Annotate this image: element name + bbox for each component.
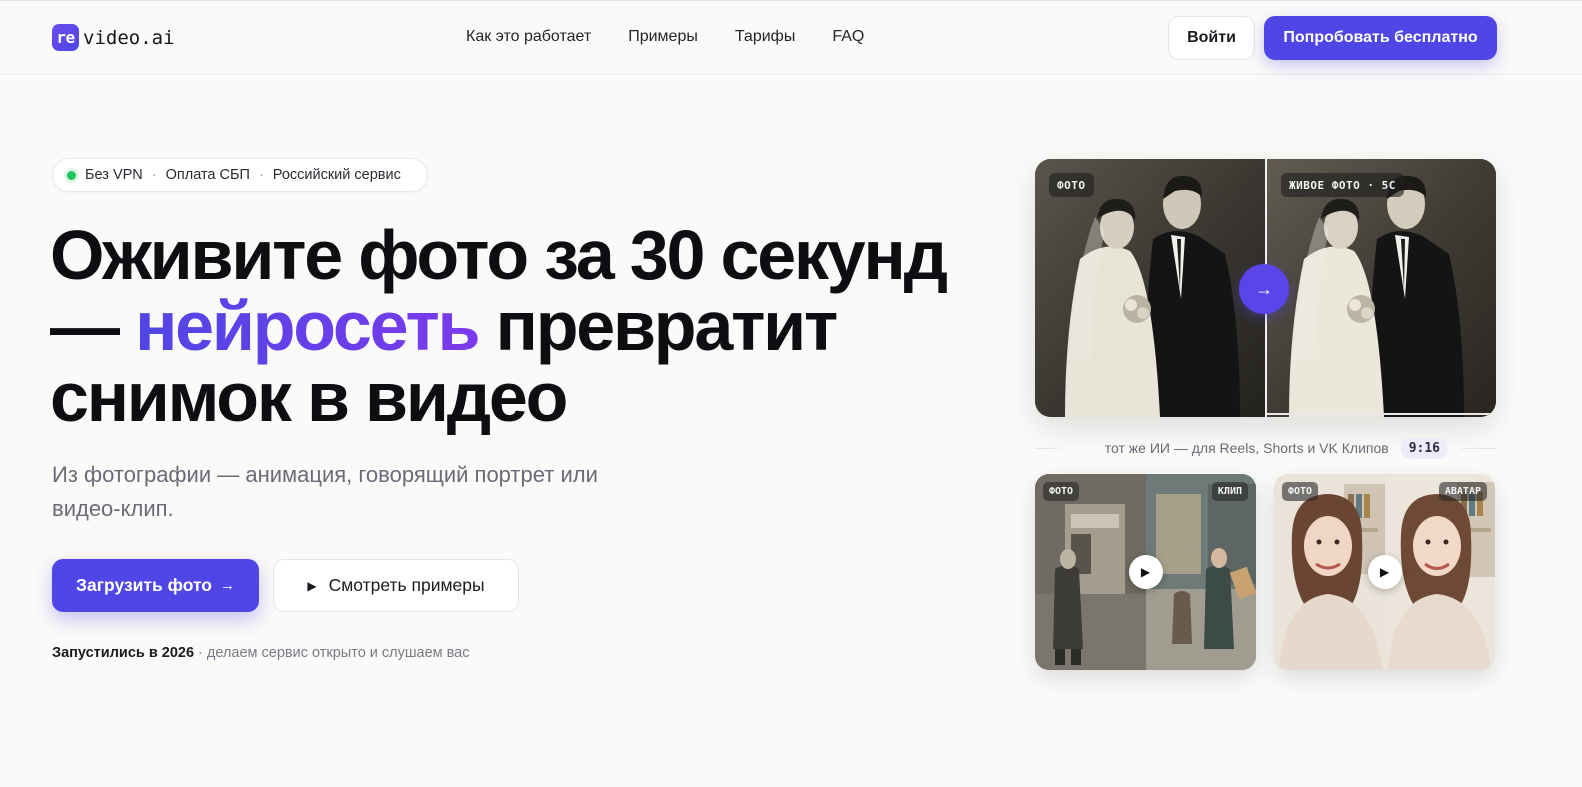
clip-example-card[interactable]: ФОТО КЛИП ▶ — [1035, 474, 1256, 670]
login-button[interactable]: Войти — [1168, 16, 1255, 60]
try-free-button[interactable]: Попробовать бесплатно — [1264, 16, 1497, 60]
badge-item-no-vpn: Без VPN — [85, 167, 143, 183]
play-icon[interactable]: ▶ — [1367, 555, 1402, 589]
nav-link-faq[interactable]: FAQ — [832, 28, 864, 46]
view-examples-button[interactable]: ▶ Смотреть примеры — [273, 559, 519, 612]
avatar-tag: АВАТАР — [1438, 482, 1487, 501]
headline-accent: нейросеть — [135, 287, 480, 365]
upload-button-label: Загрузить фото — [76, 575, 212, 595]
clip-tag: КЛИП — [1211, 482, 1248, 501]
photo-tag: ФОТО — [1049, 173, 1094, 197]
main-nav: Как это работает Примеры Тарифы FAQ — [466, 28, 901, 46]
badge-separator: · — [151, 167, 157, 183]
badge-item-sbp: Оплата СБП — [165, 167, 250, 183]
photo-tag: ФОТО — [1043, 482, 1080, 501]
badge-item-russian: Российский сервис — [272, 167, 401, 183]
formats-text: тот же ИИ — для Reels, Shorts и VK Клипо… — [1104, 440, 1389, 456]
aspect-ratio-badge: 9:16 — [1400, 437, 1448, 459]
original-photo: ФОТО — [1035, 159, 1265, 417]
hero-headline: Оживите фото за 30 секунд — нейросеть пр… — [50, 220, 970, 433]
play-icon[interactable]: ▶ — [1128, 555, 1163, 589]
divider-line — [1462, 447, 1496, 449]
examples-button-label: Смотреть примеры — [328, 575, 485, 595]
logo-text: video.ai — [83, 26, 175, 49]
upload-photo-button[interactable]: Загрузить фото → — [52, 559, 259, 612]
live-photo-tag: ЖИВОЕ ФОТО · 5С — [1281, 173, 1404, 197]
launch-note-rest: · делаем сервис открыто и слушаем вас — [194, 645, 470, 661]
play-icon: ▶ — [307, 578, 317, 593]
logo-mark: re — [52, 24, 79, 51]
wedding-photo-animated-image — [1267, 159, 1496, 417]
divider-line — [1035, 447, 1057, 449]
top-nav-bar: re video.ai Как это работает Примеры Тар… — [0, 0, 1582, 75]
features-badge: Без VPN · Оплата СБП · Российский сервис — [52, 158, 428, 192]
nav-link-pricing[interactable]: Тарифы — [735, 28, 795, 46]
launch-note-bold: Запустились в 2026 — [52, 645, 195, 661]
launch-note: Запустились в 2026 · делаем сервис откры… — [52, 645, 470, 661]
nav-link-examples[interactable]: Примеры — [628, 28, 698, 46]
logo[interactable]: re video.ai — [52, 24, 175, 51]
formats-divider: тот же ИИ — для Reels, Shorts и VK Клипо… — [1035, 437, 1496, 459]
avatar-example-card[interactable]: ФОТО АВАТАР ▶ — [1274, 474, 1495, 670]
wedding-photo-image — [1035, 159, 1265, 417]
nav-link-how-it-works[interactable]: Как это работает — [466, 28, 591, 46]
photo-tag: ФОТО — [1282, 482, 1319, 501]
animated-photo: ЖИВОЕ ФОТО · 5С — [1265, 159, 1496, 417]
hero-subtitle: Из фотографии — анимация, говорящий порт… — [52, 462, 598, 521]
badge-separator: · — [258, 167, 264, 183]
arrow-right-icon: → — [219, 577, 235, 594]
arrow-right-icon: → — [1239, 264, 1289, 314]
status-dot-icon — [67, 170, 76, 180]
